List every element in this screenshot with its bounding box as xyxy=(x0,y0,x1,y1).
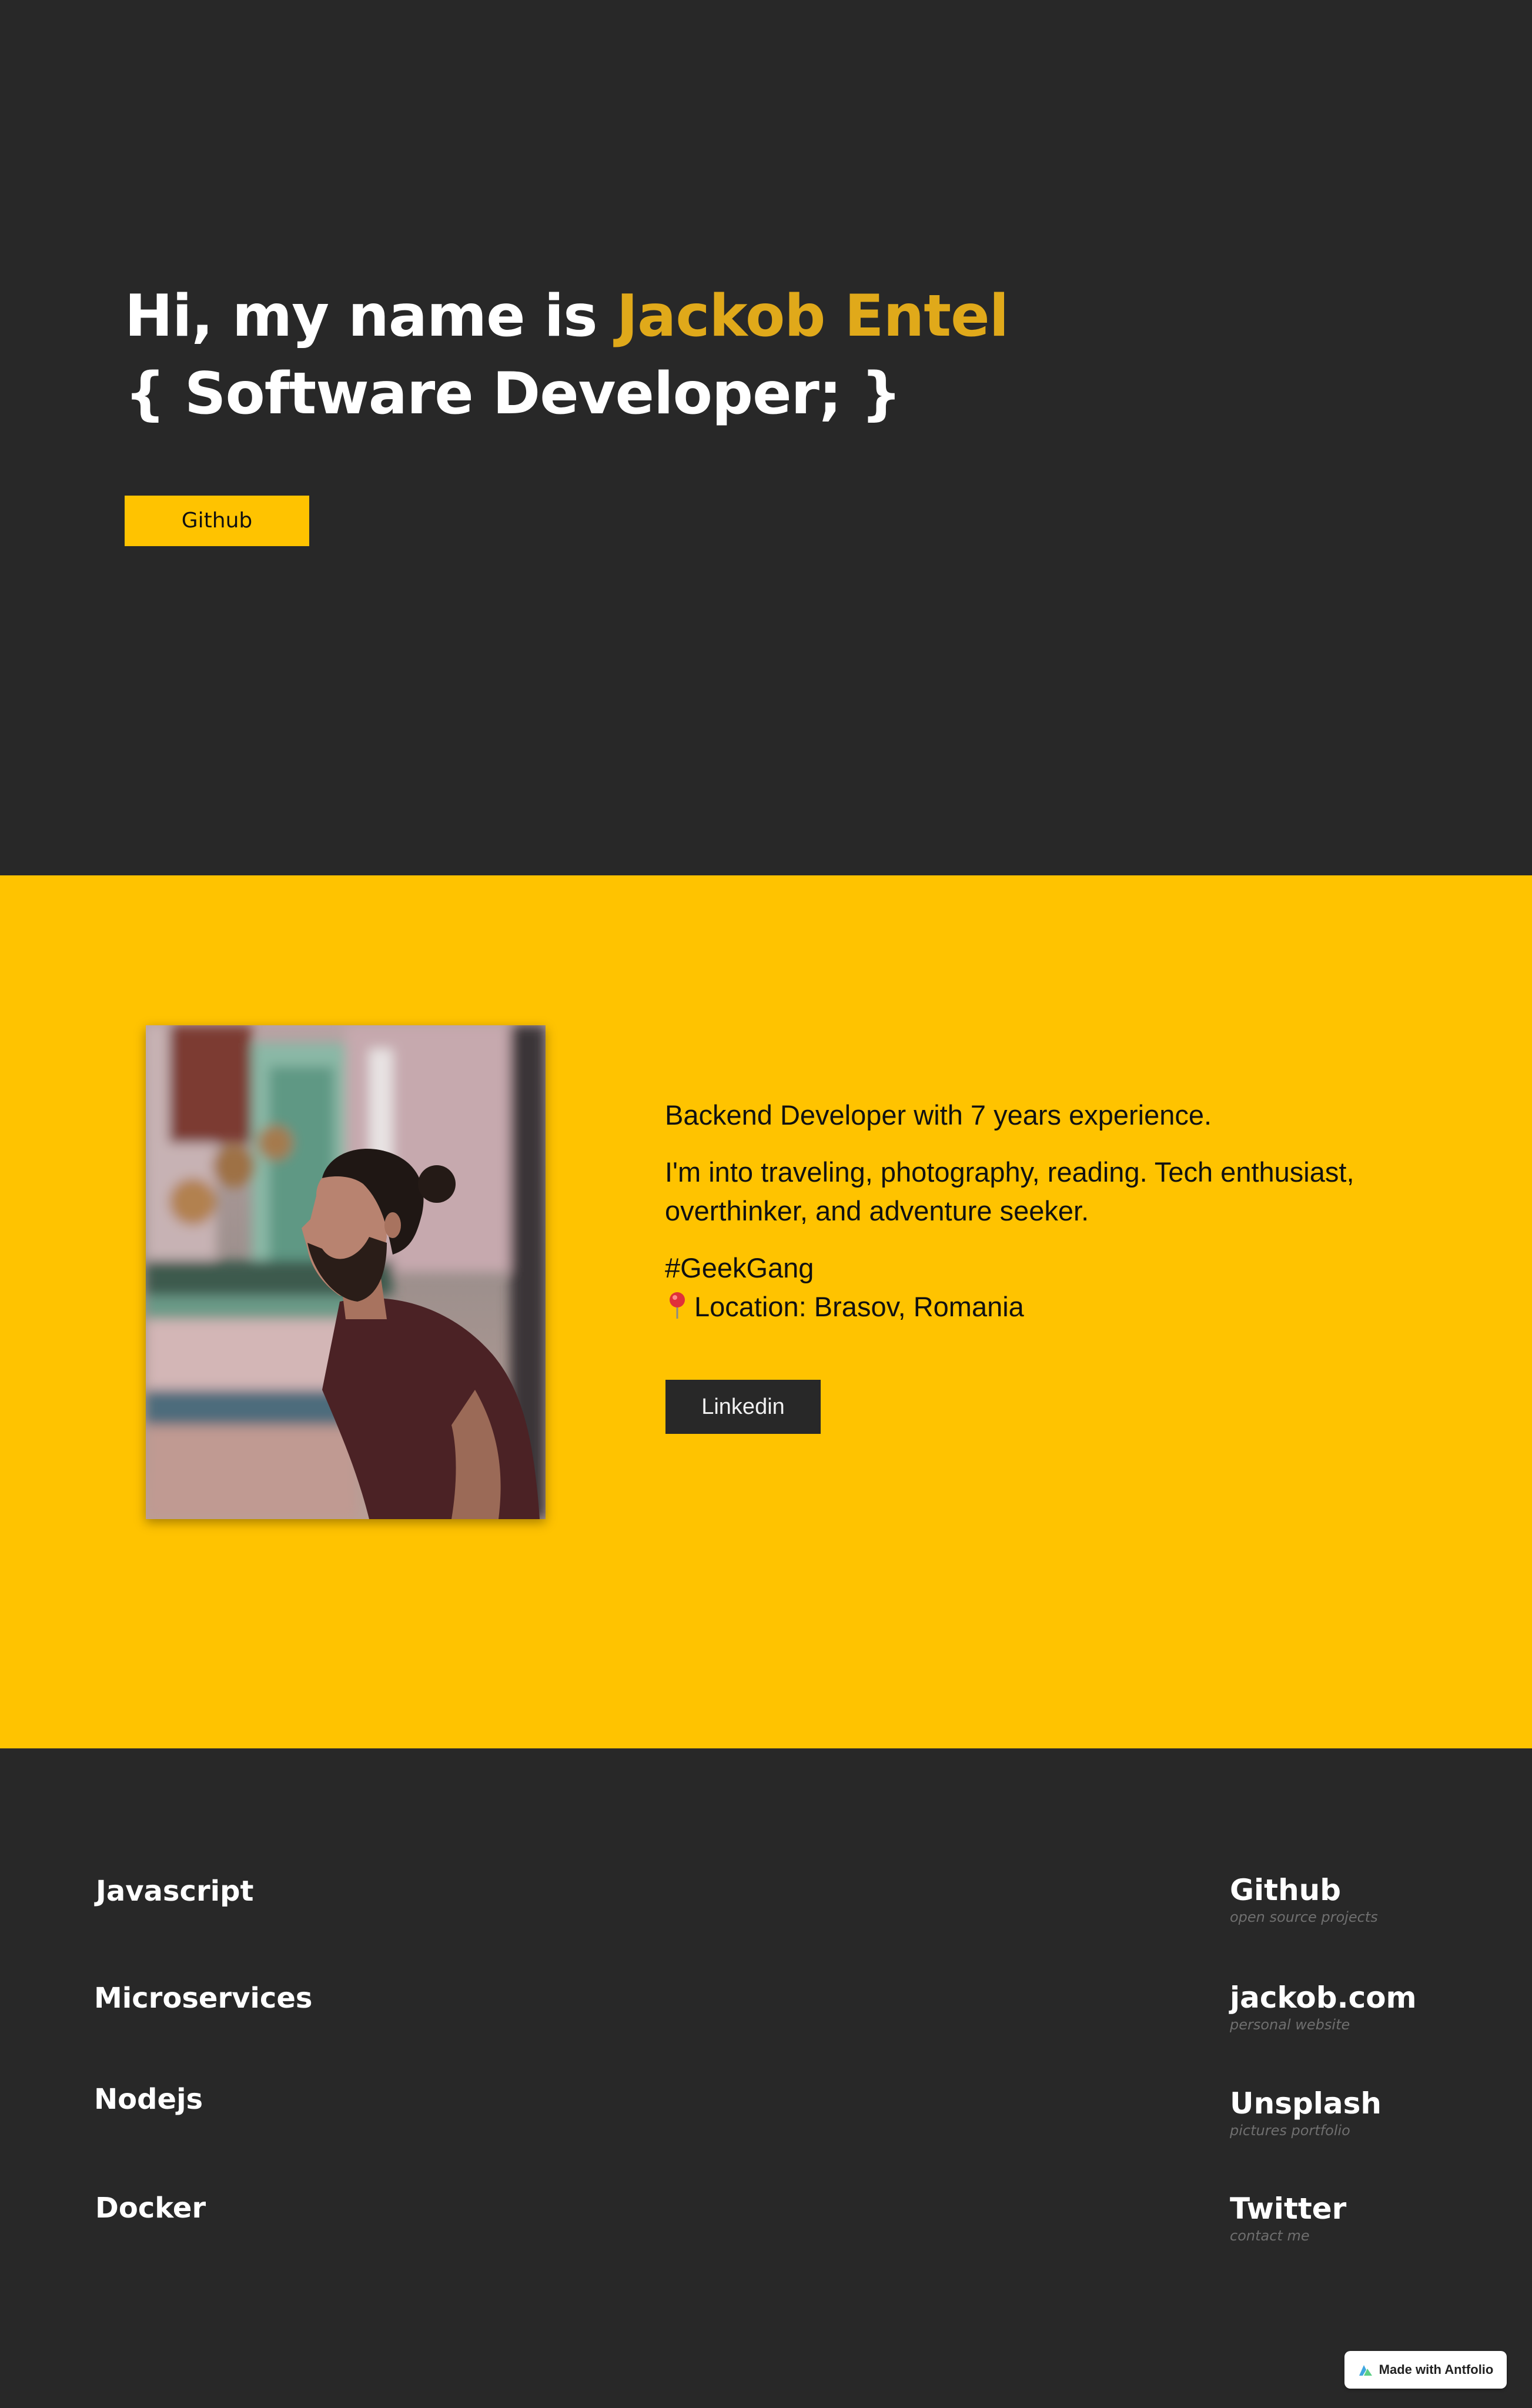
footer-section: Javascript Microservices Nodejs Docker G… xyxy=(0,1748,1532,2408)
hero-title: { Software Developer; } xyxy=(125,360,902,427)
hero-name: Jackob Entel xyxy=(616,283,1009,350)
link-github-title[interactable]: Github xyxy=(1230,1872,1378,1908)
link-unsplash: Unsplash pictures portfolio xyxy=(1230,2085,1382,2139)
link-twitter-title[interactable]: Twitter xyxy=(1230,2190,1346,2227)
link-unsplash-subtitle: pictures portfolio xyxy=(1230,2122,1350,2139)
link-website: jackob.com personal website xyxy=(1230,1979,1417,2034)
link-twitter: Twitter contact me xyxy=(1230,2190,1346,2245)
link-website-subtitle: personal website xyxy=(1230,2016,1350,2033)
hero-greeting: Hi, my name is Jackob Entel xyxy=(125,282,1009,352)
link-github: Github open source projects xyxy=(1230,1872,1378,1926)
about-text: Backend Developer with 7 years experienc… xyxy=(665,1096,1417,1326)
about-interests: I'm into traveling, photography, reading… xyxy=(665,1156,1354,1226)
about-experience: Backend Developer with 7 years experienc… xyxy=(665,1099,1212,1131)
link-unsplash-title[interactable]: Unsplash xyxy=(1230,2085,1382,2122)
pin-icon xyxy=(665,1290,690,1320)
github-button[interactable]: Github xyxy=(125,496,309,546)
hero-section: Hi, my name is Jackob Entel { Software D… xyxy=(0,0,1532,875)
link-twitter-subtitle: contact me xyxy=(1230,2228,1310,2244)
portfolio-page: Hi, my name is Jackob Entel { Software D… xyxy=(0,0,1532,2408)
skill-item: Nodejs xyxy=(94,2083,203,2116)
about-section: Backend Developer with 7 years experienc… xyxy=(0,875,1532,1748)
link-github-subtitle: open source projects xyxy=(1230,1909,1378,1925)
skill-item: Microservices xyxy=(94,1982,313,2015)
link-website-title[interactable]: jackob.com xyxy=(1230,1979,1417,2016)
skill-item: Docker xyxy=(95,2192,206,2225)
antfolio-icon xyxy=(1358,2363,1373,2377)
made-with-antfolio-badge[interactable]: Made with Antfolio xyxy=(1344,2351,1507,2389)
hero-greeting-text: Hi, my name is xyxy=(125,283,617,350)
badge-label: Made with Antfolio xyxy=(1379,2362,1494,2377)
location-text: Location: Brasov, Romania xyxy=(694,1291,1024,1322)
about-location: Location: Brasov, Romania xyxy=(665,1287,1417,1326)
linkedin-button[interactable]: Linkedin xyxy=(665,1380,821,1434)
about-hashtag: #GeekGang xyxy=(665,1252,814,1283)
portrait-photo xyxy=(146,1025,546,1519)
skill-item: Javascript xyxy=(96,1875,254,1908)
